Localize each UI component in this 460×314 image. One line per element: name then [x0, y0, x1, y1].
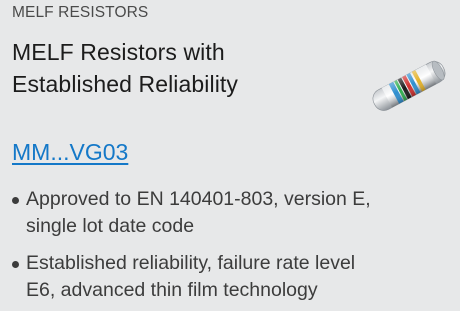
bullet-dot-icon: [12, 197, 19, 204]
feature-item-line-1: Approved to EN 140401-803, version E,: [26, 188, 371, 210]
feature-item-line-2: single lot date code: [26, 215, 195, 237]
part-number-link[interactable]: MM...VG03: [12, 139, 128, 166]
product-title-line-1: MELF Resistors with: [12, 39, 225, 65]
product-title[interactable]: MELF Resistors with Established Reliabil…: [12, 36, 342, 100]
bullet-dot-icon: [12, 261, 19, 268]
melf-resistor-image: [372, 60, 446, 111]
feature-list: Approved to EN 140401-803, version E, si…: [12, 186, 452, 314]
category-label: MELF RESISTORS: [12, 4, 149, 21]
feature-item-line-2: E6, advanced thin film technology: [26, 279, 318, 301]
product-title-line-2: Established Reliability: [12, 71, 239, 97]
feature-item-line-1: Established reliability, failure rate le…: [26, 252, 356, 274]
feature-item: Established reliability, failure rate le…: [12, 250, 452, 304]
feature-item: Approved to EN 140401-803, version E, si…: [12, 186, 452, 240]
product-card[interactable]: MELF RESISTORS MELF Resistors with Estab…: [0, 0, 460, 311]
